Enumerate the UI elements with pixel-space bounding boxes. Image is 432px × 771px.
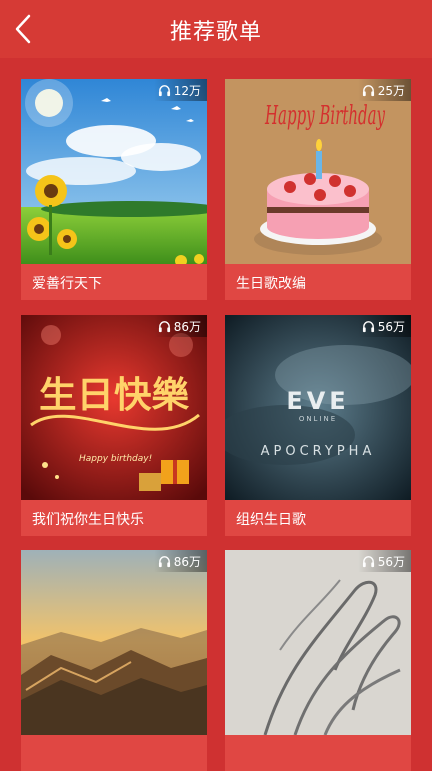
headphones-icon xyxy=(158,320,170,332)
playlist-name: 我们祝你生日快乐 xyxy=(32,512,144,528)
playlist-card[interactable]: 86万 xyxy=(21,550,207,771)
playlist-card[interactable]: Happy Birthday 25万 生日歌改编 xyxy=(225,79,411,300)
play-count-badge: 12万 xyxy=(153,79,207,101)
play-count-badge: 56万 xyxy=(357,550,411,572)
play-count: 56万 xyxy=(377,554,405,569)
headphones-icon xyxy=(362,555,374,567)
play-count: 56万 xyxy=(377,319,405,334)
headphones-icon xyxy=(158,84,170,96)
play-count: 25万 xyxy=(377,83,405,98)
playlist-card[interactable]: 生日快樂 Happy birthday! 86万 我们祝你生日快乐 xyxy=(21,315,207,536)
cover-text: Happy Birthday xyxy=(264,101,385,131)
cover-text: ONLINE xyxy=(299,415,337,423)
headphones-icon xyxy=(362,84,374,96)
cover-text: 生日快樂 xyxy=(39,374,190,416)
play-count: 86万 xyxy=(173,554,201,569)
play-count-badge: 86万 xyxy=(153,550,207,572)
play-count: 12万 xyxy=(173,83,201,98)
play-count-badge: 25万 xyxy=(357,79,411,101)
playlist-cover: 56万 xyxy=(225,550,411,735)
app-header: 推荐歌单 xyxy=(0,0,432,58)
cover-text: Happy birthday! xyxy=(79,454,152,464)
play-count-badge: 86万 xyxy=(153,315,207,337)
play-count-badge: 56万 xyxy=(357,315,411,337)
playlist-name: 爱善行天下 xyxy=(32,276,102,292)
playlist-card[interactable]: 12万 爱善行天下 xyxy=(21,79,207,300)
playlist-name: 生日歌改编 xyxy=(236,276,306,292)
playlist-cover: 12万 xyxy=(21,79,207,264)
playlist-cover: Happy Birthday 25万 xyxy=(225,79,411,264)
playlist-cover: EVE ONLINE APOCRYPHA 56万 xyxy=(225,315,411,500)
playlist-cover: 86万 xyxy=(21,550,207,735)
playlist-cover: 生日快樂 Happy birthday! 86万 xyxy=(21,315,207,500)
page-title: 推荐歌单 xyxy=(169,20,262,45)
cover-text: APOCRYPHA xyxy=(261,444,376,459)
headphones-icon xyxy=(158,555,170,567)
play-count: 86万 xyxy=(173,319,201,334)
cover-text: EVE xyxy=(286,387,349,415)
headphones-icon xyxy=(362,320,374,332)
playlist-card[interactable]: EVE ONLINE APOCRYPHA 56万 组织生日歌 xyxy=(225,315,411,536)
playlist-grid: 12万 爱善行天下 Happy Birthday 25万 生日歌改编 生日快樂 … xyxy=(0,58,432,771)
playlist-name: 组织生日歌 xyxy=(236,512,306,528)
playlist-card[interactable]: 56万 xyxy=(225,550,411,771)
